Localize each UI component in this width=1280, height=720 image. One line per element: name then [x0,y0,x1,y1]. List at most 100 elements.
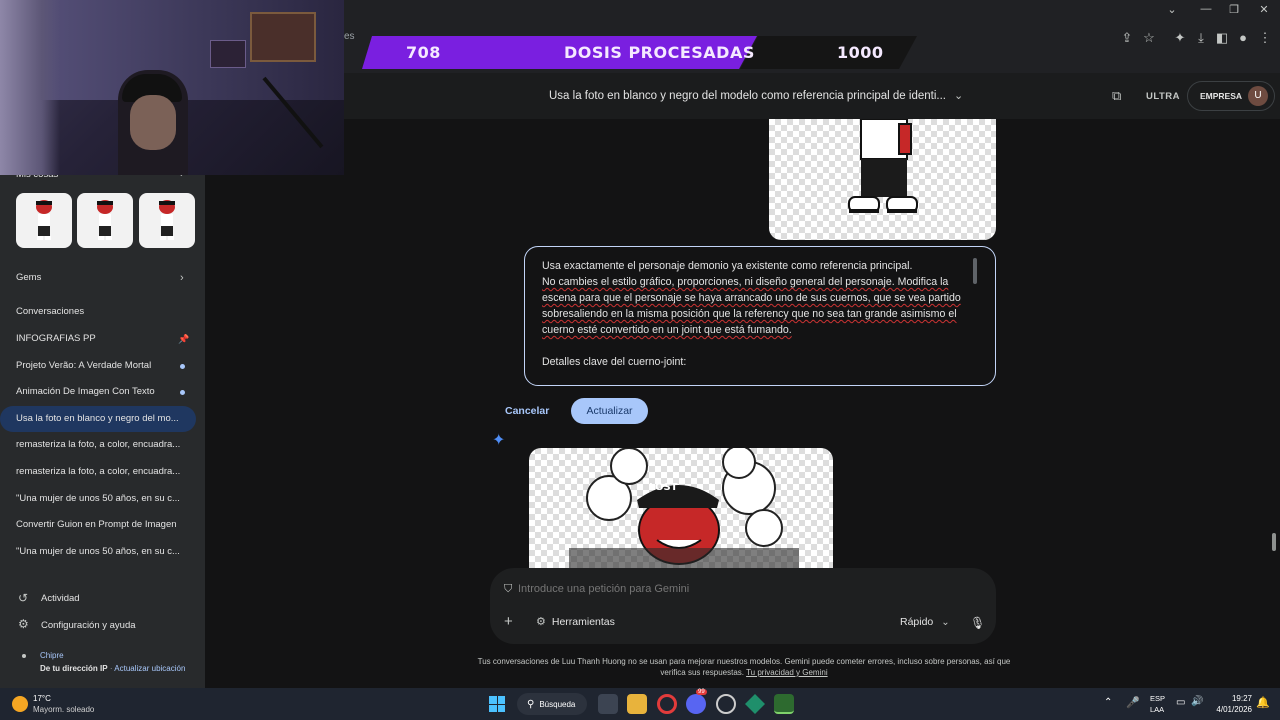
tools-label: Herramientas [551,615,615,628]
weather-sun-icon[interactable] [12,696,28,712]
devil-character-icon [159,200,175,240]
my-stuff-thumbnail[interactable] [139,193,195,248]
account-label: EMPRESA [1200,91,1243,101]
history-icon: ↺ [18,591,29,605]
lang-top[interactable]: ESP [1150,694,1165,703]
edit-prompt-textarea[interactable]: Usa exactamente el personaje demonio ya … [524,246,996,386]
close-icon[interactable]: ✕ [1254,3,1274,19]
chevron-right-icon: › [180,272,184,284]
composer: ⛉ + ⚙ Herramientas Rápido ⌄ 🎙 [490,568,996,644]
partial-tab-text: es [344,31,355,42]
tools-button[interactable]: ⚙ Herramientas [536,615,615,629]
unread-dot-icon [180,363,185,369]
gemini-spark-icon: ✦ [492,432,506,449]
download-icon[interactable]: ⤓ [1192,29,1210,47]
temporary-chat-icon[interactable]: ⧉ [1112,88,1121,104]
cap-logo-text: LOST [649,482,678,493]
dosis-total-value: 1000 [837,43,884,62]
sidepanel-icon[interactable]: ◧ [1213,29,1231,47]
conversation-item[interactable]: Usa la foto en blanco y negro del mo... [0,405,196,432]
conversation-item[interactable]: Projeto Verão: A Verdade Mortal [0,353,205,379]
task-view-icon[interactable] [598,694,618,714]
cancel-button[interactable]: Cancelar [505,405,549,417]
conversation-item[interactable]: "Una mujer de unos 50 años, en su c... [0,539,205,565]
previous-generated-image[interactable] [769,119,996,240]
sidebar-item-gems[interactable]: Gems › [0,265,205,291]
chevron-down-icon[interactable]: ⌄ [1162,3,1182,19]
textarea-scrollbar[interactable] [973,258,977,284]
account-chip[interactable]: EMPRESA U [1187,81,1275,111]
sidebar-item-activity[interactable]: Actividad [41,593,80,604]
volume-icon[interactable]: 🔊 [1191,696,1203,707]
location-source: De tu dirección IP [40,664,108,673]
page-scrollbar[interactable] [1272,533,1276,551]
tools-icon: ⚙ [536,616,546,628]
tray-chevron-icon[interactable]: ⌃ [1104,697,1112,708]
mic-tray-icon[interactable]: 🎤 [1126,696,1140,709]
generated-image[interactable]: LOST [529,448,833,568]
plan-badge: ULTRA [1146,91,1180,102]
file-explorer-icon[interactable] [627,694,647,714]
dosis-current-value: 708 [406,43,441,62]
model-selector[interactable]: Rápido ⌄ [900,616,950,628]
app-icon[interactable] [745,694,765,714]
gear-icon: ⚙ [18,617,29,631]
update-location-link[interactable]: Actualizar ubicación [114,664,185,673]
obs-icon[interactable] [716,694,736,714]
model-label: Rápido [900,616,934,628]
share-icon[interactable]: ⇪ [1118,29,1136,47]
star-icon[interactable]: ☆ [1140,29,1158,47]
opera-icon[interactable] [657,694,677,714]
my-stuff-thumbnail[interactable] [77,193,133,248]
sidebar-item-settings[interactable]: Configuración y ayuda [41,620,136,631]
extensions-icon[interactable]: ✦ [1171,29,1189,47]
prompt-line-3: Detalles clave del cuerno-joint: [542,356,687,368]
notification-bell-icon[interactable]: 🔔 [1256,696,1270,709]
prompt-input[interactable] [518,580,958,598]
discord-icon[interactable]: 99 [686,689,707,714]
dosis-title: DOSIS PROCESADAS [564,43,755,62]
conversation-title: Usa la foto en blanco y negro del modelo… [549,89,946,102]
conversation-title: Animación De Imagen Con Texto [16,386,155,398]
disclaimer-text: Tus conversaciones de Luu Thanh Huong no… [477,657,1011,677]
conversation-title-dropdown[interactable]: Usa la foto en blanco y negro del modelo… [549,89,964,103]
clock-time[interactable]: 19:27 [1214,694,1252,703]
conversation-title: "Una mujer de unos 50 años, en su c... [16,545,180,557]
webcam-overlay [0,0,344,175]
privacy-link[interactable]: Tu privacidad y Gemini [746,668,828,677]
conversation-header: Usa la foto en blanco y negro del modelo… [344,73,1280,119]
my-stuff-thumbnail[interactable] [16,193,72,248]
network-icon[interactable]: ▭ [1176,697,1185,708]
add-icon[interactable]: + [504,613,513,630]
conversation-item[interactable]: Animación De Imagen Con Texto [0,379,205,405]
clock-date[interactable]: 4/01/2026 [1210,705,1252,714]
profile-icon[interactable]: ● [1234,29,1252,47]
conversation-item[interactable]: remasteriza la foto, a color, encuadra..… [0,459,205,485]
active-app-icon[interactable] [774,694,794,714]
devil-character-icon [36,200,52,240]
update-button[interactable]: Actualizar [571,398,648,424]
restore-icon[interactable]: ❐ [1224,3,1244,19]
conversation-item[interactable]: remasteriza la foto, a color, encuadra..… [0,432,205,458]
chevron-down-icon: ⌄ [953,90,964,102]
location-separator: · [109,664,113,673]
windows-start-icon[interactable] [489,696,505,712]
conversation-title: remasteriza la foto, a color, encuadra..… [16,439,181,451]
menu-icon[interactable]: ⋮ [1256,29,1274,47]
conversation-item[interactable]: Convertir Guion en Prompt de Imagen [0,512,205,538]
taskbar-search[interactable]: ⚲ Búsqueda [517,693,587,715]
avatar[interactable]: U [1248,86,1268,106]
chevron-down-icon: ⌄ [941,616,950,628]
conversation-item[interactable]: "Una mujer de unos 50 años, en su c... [0,486,205,512]
discord-badge: 99 [696,689,707,695]
conversation-title: INFOGRAFIAS PP [16,333,96,344]
conversation-item[interactable]: INFOGRAFIAS PP 📌 [0,326,205,352]
location-dot-icon [22,654,26,658]
prompt-line-2: No cambies el estilo gráfico, proporcion… [542,276,961,336]
lang-bottom[interactable]: LAA [1150,705,1164,714]
minimize-icon[interactable]: — [1196,3,1216,19]
temperature: 17°C [33,694,51,703]
pin-icon[interactable]: 📌 [178,326,189,352]
microphone-icon[interactable]: 🎙 [970,616,985,630]
devil-character-icon [97,200,113,240]
